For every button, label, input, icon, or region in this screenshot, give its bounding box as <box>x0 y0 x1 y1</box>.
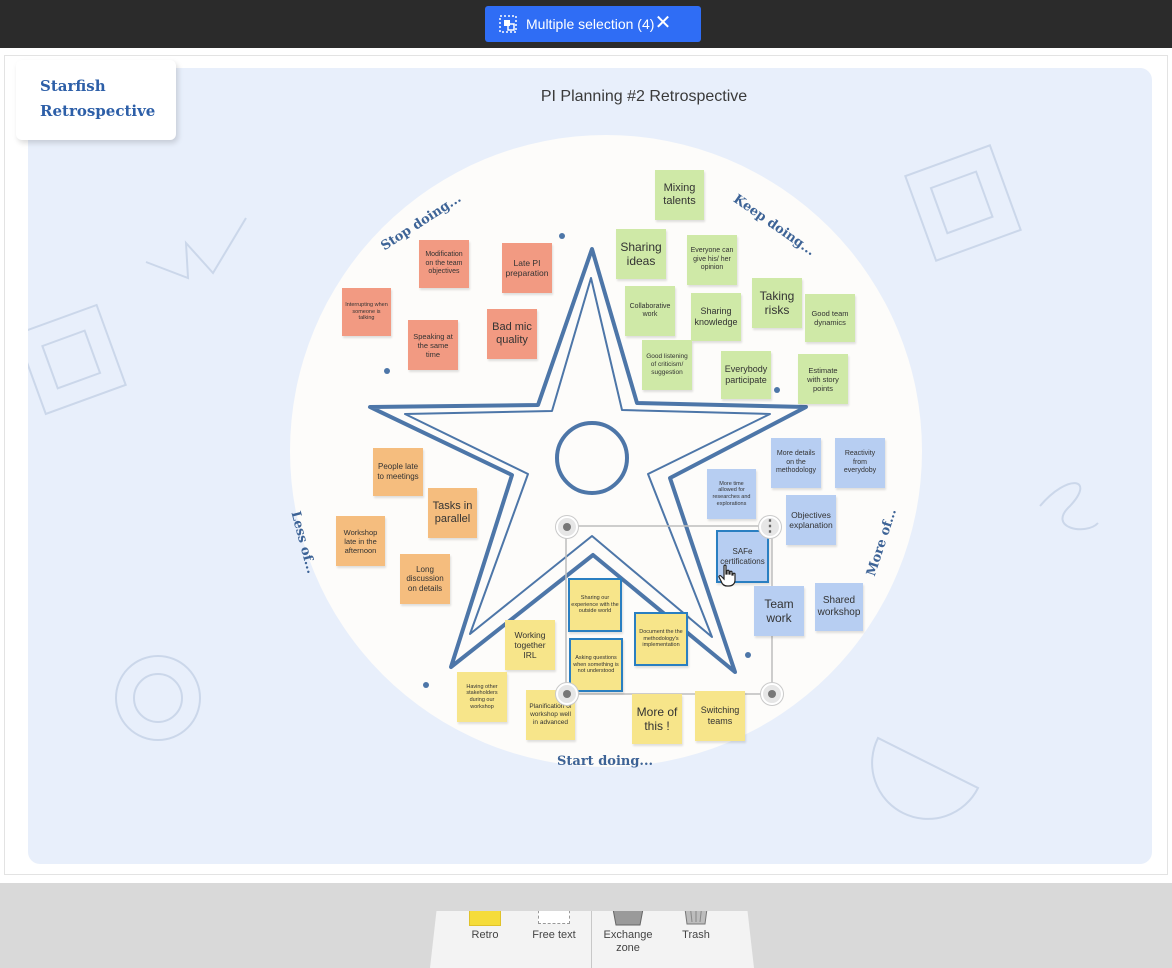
sticky-note[interactable]: Mixing talents <box>655 170 704 220</box>
starfish-drawing <box>368 233 808 695</box>
label-start-doing: Start doing... <box>557 754 654 769</box>
sticky-note[interactable]: Long discussion on details <box>400 554 450 604</box>
sticky-note[interactable]: Switching teams <box>695 691 745 741</box>
sticky-note-selected[interactable]: Sharing our experience with the outside … <box>568 578 622 632</box>
more-options-icon[interactable]: ⋮ <box>759 516 781 538</box>
sticky-note[interactable]: More of this ! <box>632 694 682 744</box>
sticky-note[interactable]: Collaborative work <box>625 286 675 336</box>
sticky-note[interactable]: Having other stakeholders during our wor… <box>457 672 507 722</box>
sticky-note[interactable]: People late to meetings <box>373 448 423 496</box>
sticky-note[interactable]: Modification on the team objectives <box>419 240 469 288</box>
sticky-note[interactable]: Interrupting when someone is talking <box>342 288 391 336</box>
selection-handle-bottom-left[interactable] <box>556 683 578 705</box>
sticky-note[interactable]: Estimate with story points <box>798 354 848 404</box>
sticky-note[interactable]: Good team dynamics <box>805 294 855 342</box>
free-text-tool[interactable]: Abcl Free text <box>520 911 588 968</box>
sticky-note[interactable]: Working together IRL <box>505 620 555 670</box>
sticky-note[interactable]: Good listening of criticism/ suggestion <box>642 340 692 390</box>
sticky-note[interactable]: More time allowed for researches and exp… <box>707 469 756 519</box>
sticky-note[interactable]: Everybody participate <box>721 351 771 399</box>
sticky-note[interactable]: Bad mic quality <box>487 309 537 359</box>
sticky-note[interactable]: Sharing knowledge <box>691 293 741 341</box>
sticky-note[interactable]: More details on the methodology <box>771 438 821 488</box>
bottom-toolbar: Retro Abcl Free text Exchange zone Trash <box>430 911 754 968</box>
retro-tool[interactable]: Retro <box>450 911 520 968</box>
trash-tool[interactable]: Trash <box>662 911 730 968</box>
star-center <box>555 421 629 495</box>
sticky-note-selected[interactable]: Asking questions when something is not u… <box>569 638 623 692</box>
free-text-tool-label: Free text <box>532 929 576 941</box>
retro-tool-label: Retro <box>471 929 499 941</box>
exchange-zone-tool[interactable]: Exchange zone <box>592 911 664 968</box>
sticky-note[interactable]: Tasks in parallel <box>428 488 477 538</box>
sticky-note[interactable]: Everyone can give his/ her opinion <box>687 235 737 285</box>
sticky-note[interactable]: Late PI preparation <box>502 243 552 293</box>
sticky-note[interactable]: Workshop late in the afternoon <box>336 516 385 566</box>
sticky-note[interactable]: Team work <box>754 586 804 636</box>
sticky-note-selected[interactable]: Document the the methodology's implement… <box>634 612 688 666</box>
sticky-note[interactable]: Shared workshop <box>815 583 863 631</box>
sticky-note[interactable]: Reactivity from everydoby <box>835 438 885 488</box>
exchange-zone-tool-label: Exchange zone <box>603 929 653 954</box>
sticky-note[interactable]: Taking risks <box>752 278 802 328</box>
sticky-note[interactable]: Objectives explanation <box>786 495 836 545</box>
pointer-hand-icon <box>718 564 736 587</box>
selection-handle-top-left[interactable] <box>556 516 578 538</box>
sticky-note[interactable]: Sharing ideas <box>616 229 666 279</box>
selection-handle-bottom-right[interactable] <box>761 683 783 705</box>
trash-tool-label: Trash <box>682 929 710 941</box>
sticky-note[interactable]: Speaking at the same time <box>408 320 458 370</box>
